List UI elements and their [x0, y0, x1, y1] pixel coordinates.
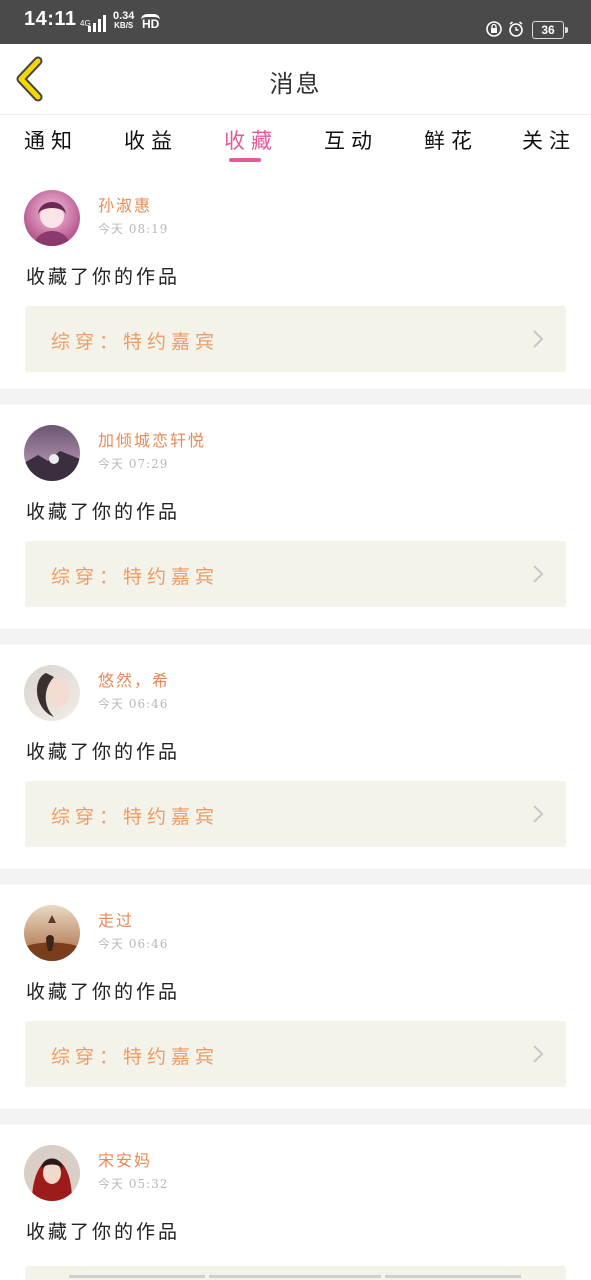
timestamp: 今天 07:29 — [98, 457, 169, 471]
work-title: 综穿：特约嘉宾 — [51, 566, 220, 588]
header: 消息 — [0, 44, 591, 115]
username[interactable]: 宋安妈 — [98, 1147, 152, 1171]
timestamp: 今天 06:46 — [98, 937, 169, 951]
avatar[interactable] — [24, 1145, 80, 1201]
username[interactable]: 悠然，希 — [98, 667, 170, 691]
network-speed: 0.34 KB/S — [113, 10, 135, 31]
alarm-icon — [509, 21, 523, 37]
divider — [0, 389, 591, 405]
signal-icon — [88, 14, 110, 32]
tab-bar: 通知 收益 收藏 互动 鲜花 关注 — [0, 115, 591, 170]
work-link[interactable]: 综穿：特约嘉宾 — [25, 1021, 566, 1087]
avatar[interactable] — [24, 905, 80, 961]
status-time: 14:11 — [24, 8, 77, 30]
divider — [0, 629, 591, 645]
work-link[interactable]: 综穿：特约嘉宾 — [25, 306, 566, 372]
lock-rotation-icon — [486, 21, 502, 37]
tab-flowers[interactable]: 鲜花 — [424, 125, 478, 155]
timestamp: 今天 06:46 — [98, 697, 169, 711]
message-item: 孙淑惠 今天 08:19 收藏了你的作品 综穿：特约嘉宾 — [0, 170, 591, 394]
action-text: 收藏了你的作品 — [26, 501, 181, 523]
tab-notice[interactable]: 通知 — [24, 125, 78, 155]
message-item: 走过 今天 06:46 收藏了你的作品 综穿：特约嘉宾 — [0, 885, 591, 1109]
avatar[interactable] — [24, 665, 80, 721]
message-item: 悠然，希 今天 06:46 收藏了你的作品 综穿：特约嘉宾 — [0, 645, 591, 869]
work-title: 综穿：特约嘉宾 — [51, 1046, 220, 1068]
action-text: 收藏了你的作品 — [26, 266, 181, 288]
chevron-right-icon — [533, 565, 544, 583]
tab-indicator — [229, 158, 261, 162]
work-title: 综穿：特约嘉宾 — [51, 331, 220, 353]
timestamp: 今天 08:19 — [98, 222, 169, 236]
username[interactable]: 走过 — [98, 907, 134, 931]
tab-interaction[interactable]: 互动 — [324, 125, 378, 155]
tab-favorites[interactable]: 收藏 — [224, 125, 278, 155]
tab-follow[interactable]: 关注 — [522, 125, 576, 155]
action-text: 收藏了你的作品 — [26, 741, 181, 763]
work-title: 综穿：特约嘉宾 — [51, 806, 220, 828]
chevron-right-icon — [533, 805, 544, 823]
work-link[interactable]: 综穿：特约嘉宾 — [25, 781, 566, 847]
hd-badge: HD — [141, 14, 161, 31]
status-bar: 14:11 4G 0.34 KB/S HD 36 — [0, 0, 591, 44]
message-item: 宋安妈 今天 05:32 收藏了你的作品 — [0, 1125, 591, 1280]
work-link[interactable] — [25, 1266, 566, 1280]
message-item: 加倾城恋轩悦 今天 07:29 收藏了你的作品 综穿：特约嘉宾 — [0, 405, 591, 629]
avatar[interactable] — [24, 425, 80, 481]
action-text: 收藏了你的作品 — [26, 981, 181, 1003]
work-link[interactable]: 综穿：特约嘉宾 — [25, 541, 566, 607]
username[interactable]: 孙淑惠 — [98, 192, 152, 216]
timestamp: 今天 05:32 — [98, 1177, 169, 1191]
battery-icon: 36 — [532, 21, 568, 39]
divider — [0, 869, 591, 885]
divider — [0, 1109, 591, 1125]
page-title: 消息 — [269, 70, 322, 98]
chevron-right-icon — [533, 1045, 544, 1063]
avatar[interactable] — [24, 190, 80, 246]
username[interactable]: 加倾城恋轩悦 — [98, 427, 206, 451]
chevron-right-icon — [533, 330, 544, 348]
action-text: 收藏了你的作品 — [26, 1221, 181, 1243]
tab-earnings[interactable]: 收益 — [124, 125, 178, 155]
